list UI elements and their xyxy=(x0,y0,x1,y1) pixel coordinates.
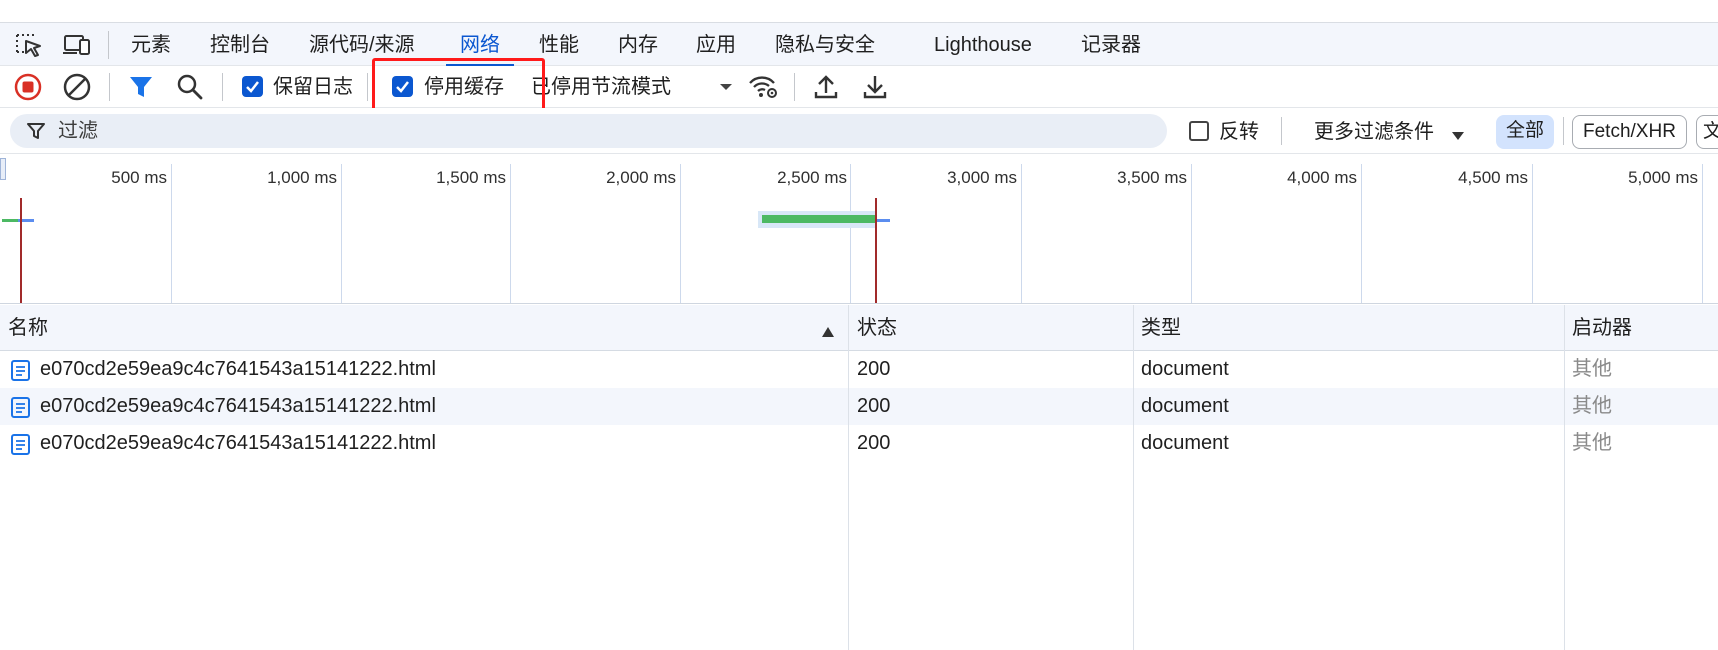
network-toolbar: 保留日志 停用缓存 已停用节流模式 xyxy=(0,66,1718,108)
request-status: 200 xyxy=(857,358,891,380)
filter-bar: 过滤 反转 更多过滤条件 全部 Fetch/XHR 文 xyxy=(0,108,1718,154)
toolbar-divider xyxy=(109,73,110,101)
timeline-gridline xyxy=(1532,164,1533,303)
timeline-gridline xyxy=(680,164,681,303)
table-row[interactable]: e070cd2e59ea9c4c7641543a15141222.html 20… xyxy=(0,425,1718,462)
request-table-header: 名称 状态 类型 启动器 xyxy=(0,305,1718,351)
search-icon[interactable] xyxy=(175,72,205,102)
device-toolbar-icon[interactable] xyxy=(62,31,92,59)
request-name: e070cd2e59ea9c4c7641543a15141222.html xyxy=(40,358,436,380)
chevron-down-icon[interactable] xyxy=(1451,126,1465,140)
timeline-gridline xyxy=(1191,164,1192,303)
timeline-tick-label: 4,000 ms xyxy=(1287,168,1357,187)
filter-input[interactable]: 过滤 xyxy=(10,114,1167,148)
more-filters-button[interactable]: 更多过滤条件 xyxy=(1314,110,1434,154)
document-icon xyxy=(11,434,30,455)
request-initiator: 其他 xyxy=(1572,358,1612,380)
timeline-gridline xyxy=(1702,164,1703,303)
inspect-element-icon[interactable] xyxy=(14,31,44,59)
filter-icon xyxy=(26,121,46,141)
column-header-type[interactable]: 类型 xyxy=(1141,305,1181,351)
toolbar-divider xyxy=(794,73,795,101)
stop-recording-icon[interactable] xyxy=(13,72,43,102)
filter-placeholder: 过滤 xyxy=(58,120,98,142)
load-event-marker xyxy=(20,198,22,303)
timeline-tick-label: 4,500 ms xyxy=(1458,168,1528,187)
invert-label[interactable]: 反转 xyxy=(1219,110,1259,154)
waterfall-bar-1 xyxy=(2,219,18,222)
timeline-gridline xyxy=(1021,164,1022,303)
overview-left-handle[interactable] xyxy=(0,158,6,180)
tab-recorder[interactable]: 记录器 xyxy=(1081,23,1141,67)
sort-ascending-icon[interactable] xyxy=(821,322,835,337)
timeline-tick-label: 3,500 ms xyxy=(1117,168,1187,187)
preserve-log-label[interactable]: 保留日志 xyxy=(273,66,353,108)
clear-icon[interactable] xyxy=(62,72,92,102)
waterfall-bar-2-download xyxy=(875,219,890,222)
waterfall-bar-2 xyxy=(762,215,875,223)
table-row[interactable]: e070cd2e59ea9c4c7641543a15141222.html 20… xyxy=(0,351,1718,388)
timeline-tick-label: 3,000 ms xyxy=(947,168,1017,187)
timeline-tick-label: 2,000 ms xyxy=(606,168,676,187)
request-type: document xyxy=(1141,395,1229,417)
preserve-log-checkbox[interactable] xyxy=(242,76,263,97)
invert-checkbox[interactable] xyxy=(1189,121,1209,141)
column-divider[interactable] xyxy=(1564,305,1565,650)
column-header-name[interactable]: 名称 xyxy=(8,305,48,351)
toolbar-divider xyxy=(367,73,368,101)
tab-memory[interactable]: 内存 xyxy=(618,23,658,67)
request-name: e070cd2e59ea9c4c7641543a15141222.html xyxy=(40,432,436,454)
filter-icon[interactable] xyxy=(126,72,156,102)
type-chip-all[interactable]: 全部 xyxy=(1496,115,1555,149)
request-name: e070cd2e59ea9c4c7641543a15141222.html xyxy=(40,395,436,417)
tab-elements[interactable]: 元素 xyxy=(131,23,171,67)
request-type: document xyxy=(1141,358,1229,380)
filter-divider xyxy=(1563,117,1564,145)
request-initiator: 其他 xyxy=(1572,395,1612,417)
request-initiator: 其他 xyxy=(1572,432,1612,454)
timeline-tick-label: 5,000 ms xyxy=(1628,168,1698,187)
chevron-down-icon[interactable] xyxy=(711,72,741,102)
timeline-tick-label: 500 ms xyxy=(111,168,167,187)
devtools-tabbar: 元素 控制台 源代码/来源 网络 性能 内存 应用 隐私与安全 Lighthou… xyxy=(0,22,1718,67)
tab-lighthouse[interactable]: Lighthouse xyxy=(934,23,1032,67)
timeline-gridline xyxy=(850,164,851,303)
tab-console[interactable]: 控制台 xyxy=(210,23,270,67)
request-status: 200 xyxy=(857,395,891,417)
throttling-select[interactable]: 已停用节流模式 xyxy=(531,66,671,108)
upload-icon[interactable] xyxy=(811,72,841,102)
timeline-gridline xyxy=(1361,164,1362,303)
timeline-overview[interactable]: 500 ms 1,000 ms 1,500 ms 2,000 ms 2,500 … xyxy=(0,154,1718,304)
request-status: 200 xyxy=(857,432,891,454)
timeline-tick-label: 1,500 ms xyxy=(436,168,506,187)
toolbar-divider xyxy=(222,73,223,101)
table-row[interactable]: e070cd2e59ea9c4c7641543a15141222.html 20… xyxy=(0,388,1718,425)
timeline-gridline xyxy=(510,164,511,303)
timeline-tick-label: 1,000 ms xyxy=(267,168,337,187)
column-header-status[interactable]: 状态 xyxy=(857,305,897,351)
timeline-gridline xyxy=(171,164,172,303)
column-divider[interactable] xyxy=(1133,305,1134,650)
timeline-gridline xyxy=(341,164,342,303)
filter-divider xyxy=(1281,117,1282,145)
tab-privacy-security[interactable]: 隐私与安全 xyxy=(775,23,875,67)
type-chip-document[interactable]: 文 xyxy=(1696,115,1718,149)
type-chip-fetch-xhr[interactable]: Fetch/XHR xyxy=(1572,115,1687,149)
document-icon xyxy=(11,360,30,381)
column-divider[interactable] xyxy=(848,305,849,650)
tab-performance[interactable]: 性能 xyxy=(539,23,579,67)
document-icon xyxy=(11,397,30,418)
network-conditions-icon[interactable] xyxy=(747,72,777,102)
column-header-initiator[interactable]: 启动器 xyxy=(1572,305,1632,351)
tab-application[interactable]: 应用 xyxy=(696,23,736,67)
load-event-marker xyxy=(875,198,877,303)
timeline-tick-label: 2,500 ms xyxy=(777,168,847,187)
request-type: document xyxy=(1141,432,1229,454)
download-icon[interactable] xyxy=(860,72,890,102)
tabbar-divider xyxy=(108,31,109,59)
